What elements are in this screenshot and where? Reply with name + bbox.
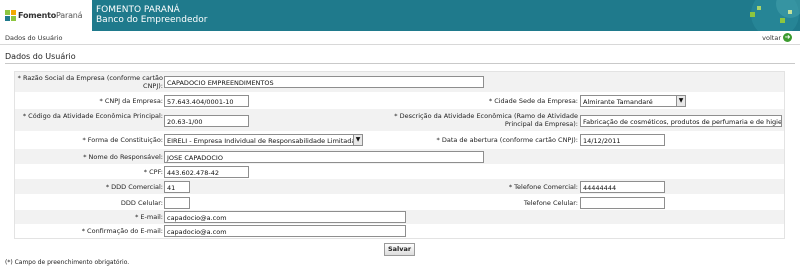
email-label: * E-mail:	[135, 213, 163, 221]
form-row-tel-celular: DDD Celular: Telefone Celular:	[15, 194, 784, 210]
breadcrumb: Dados do Usuário	[5, 34, 63, 42]
cidade-label: * Cidade Sede da Empresa:	[488, 97, 578, 105]
confirm-email-label: * Confirmação do E-mail:	[81, 227, 163, 235]
cod-atividade-label: * Código da Atividade Econômica Principa…	[22, 112, 163, 120]
form-row-cnpj: * CNPJ da Empresa: 57.643.404/0001-10 * …	[15, 92, 784, 109]
tel-celular-input[interactable]	[580, 197, 665, 209]
form-row-razao-social: * Razão Social da Empresa (conforme cart…	[15, 72, 784, 92]
brand-line-2: Banco do Empreendedor	[96, 15, 208, 25]
chevron-down-icon: ▼	[353, 135, 362, 145]
form-row-responsavel: * Nome do Responsável: JOSE CAPADOCIO	[15, 149, 784, 164]
ddd-celular-label: DDD Celular:	[120, 199, 163, 207]
tel-comercial-label: * Telefone Comercial:	[508, 183, 578, 191]
tel-celular-label: Telefone Celular:	[523, 199, 578, 207]
cnpj-label: * CNPJ da Empresa:	[99, 97, 163, 105]
desc-atividade-label: * Descrição da Atividade Econômica (Ramo…	[394, 112, 578, 128]
user-data-form: * Razão Social da Empresa (conforme cart…	[14, 71, 785, 239]
ddd-celular-input[interactable]	[164, 197, 190, 209]
back-label: voltar	[762, 33, 781, 42]
cpf-label: * CPF:	[143, 168, 163, 176]
brand-title: FOMENTO PARANÁ Banco do Empreendedor	[96, 5, 207, 25]
fomento-logo[interactable]: FomentoParaná	[0, 0, 92, 31]
razao-social-label: * Razão Social da Empresa (conforme cart…	[17, 74, 163, 90]
section-title: Dados do Usuário	[5, 52, 76, 61]
data-abertura-label: * Data de abertura (conforme cartão CNPJ…	[436, 136, 578, 144]
form-row-constituicao: * Forma de Constituição: EIRELI - Empres…	[15, 131, 784, 149]
responsavel-input[interactable]: JOSE CAPADOCIO	[164, 151, 484, 163]
cod-atividade-input[interactable]: 20.63-1/00	[164, 115, 249, 127]
cidade-select[interactable]: Almirante Tamandaré ▼	[580, 95, 686, 107]
header-decoration	[680, 0, 800, 31]
desc-atividade-input[interactable]: Fabricação de cosméticos, produtos de pe…	[580, 115, 782, 127]
razao-social-input[interactable]: CAPADOCIO EMPREENDIMENTOS	[164, 76, 484, 88]
form-row-confirm-email: * Confirmação do E-mail: capadocio@a.com	[15, 224, 784, 238]
forma-constituicao-select[interactable]: EIRELI - Empresa Individual de Responsab…	[164, 134, 363, 146]
back-button[interactable]: voltar ➜	[762, 33, 792, 42]
brand-line-1: FOMENTO PARANÁ	[96, 5, 180, 15]
logo-mark-icon	[5, 10, 16, 21]
forma-constituicao-label: * Forma de Constituição:	[82, 136, 163, 144]
sub-bar: Dados do Usuário voltar ➜	[0, 31, 800, 45]
logo-text: FomentoParaná	[18, 11, 83, 20]
required-footnote: (*) Campo de preenchimento obrigatório.	[5, 259, 130, 266]
form-row-cpf: * CPF: 443.602.478-42	[15, 164, 784, 179]
form-row-email: * E-mail: capadocio@a.com	[15, 210, 784, 224]
cidade-value: Almirante Tamandaré	[583, 98, 653, 106]
email-input[interactable]: capadocio@a.com	[164, 211, 406, 223]
cnpj-input[interactable]: 57.643.404/0001-10	[164, 95, 249, 107]
ddd-comercial-label: * DDD Comercial:	[105, 183, 163, 191]
cpf-input[interactable]: 443.602.478-42	[164, 166, 249, 178]
form-row-tel-comercial: * DDD Comercial: 41 * Telefone Comercial…	[15, 179, 784, 194]
save-button[interactable]: Salvar	[384, 243, 415, 256]
chevron-down-icon: ▼	[676, 96, 685, 106]
forma-constituicao-value: EIRELI - Empresa Individual de Responsab…	[167, 137, 356, 145]
tel-comercial-input[interactable]: 44444444	[580, 181, 665, 193]
responsavel-label: * Nome do Responsável:	[83, 153, 163, 161]
confirm-email-input[interactable]: capadocio@a.com	[164, 225, 406, 237]
form-row-atividade: * Código da Atividade Econômica Principa…	[15, 109, 784, 131]
arrow-right-icon: ➜	[783, 33, 792, 42]
section-divider	[5, 63, 795, 64]
data-abertura-input[interactable]: 14/12/2011	[580, 134, 665, 146]
ddd-comercial-input[interactable]: 41	[164, 181, 190, 193]
app-header: FomentoParaná FOMENTO PARANÁ Banco do Em…	[0, 0, 800, 31]
